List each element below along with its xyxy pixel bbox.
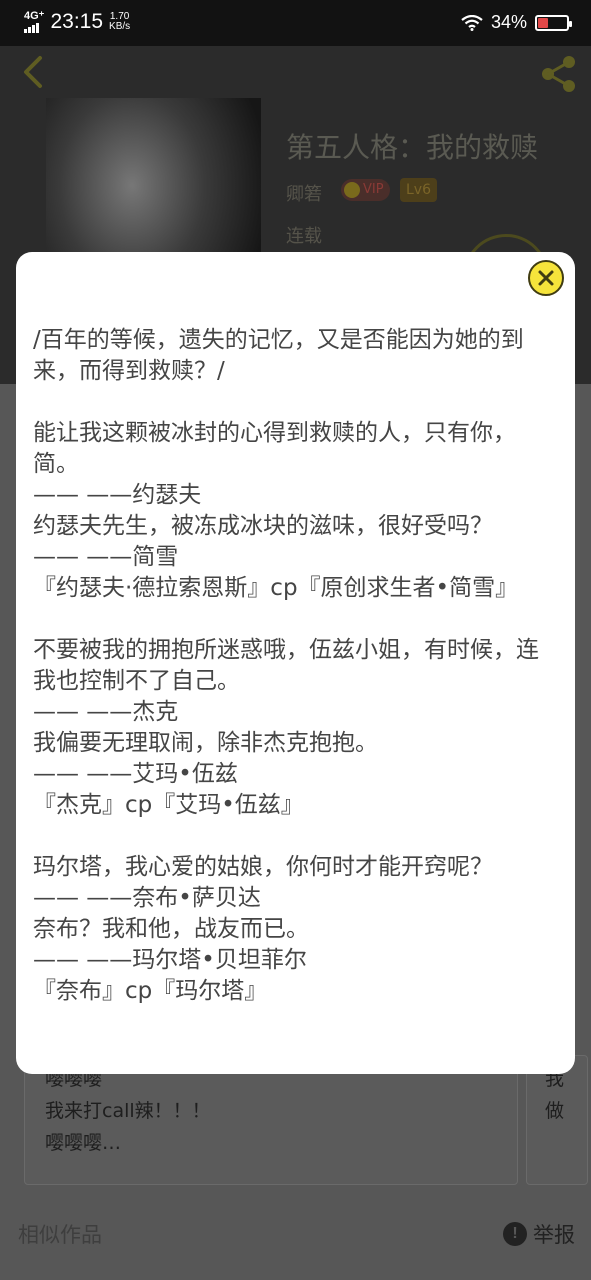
battery-icon bbox=[535, 14, 572, 31]
clock: 23:15 bbox=[50, 10, 104, 33]
battery-level bbox=[538, 17, 548, 28]
synopsis-line: —— ——玛尔塔•贝坦菲尔 bbox=[33, 947, 307, 973]
comment-line: 嘤嘤嘤… bbox=[45, 1132, 122, 1154]
book-title: 第五人格：我的救赎 bbox=[286, 131, 539, 164]
synopsis-line: 『奈布』cp『玛尔塔』 bbox=[33, 978, 268, 1004]
wifi-icon bbox=[461, 14, 483, 31]
comment-card[interactable]: 我 做 bbox=[526, 1055, 588, 1185]
synopsis-line: 『杰克』cp『艾玛•伍兹』 bbox=[33, 792, 304, 818]
report-label: 举报 bbox=[533, 1223, 575, 1247]
synopsis-line: /百年的等候，遗失的记忆，又是否能因为她的到来，而得到救赎？/ bbox=[33, 327, 524, 384]
comment-card[interactable]: 嘤嘤嘤 我来打call辣！！！ 嘤嘤嘤… bbox=[24, 1055, 518, 1185]
synopsis-line: —— ——奈布•萨贝达 bbox=[33, 885, 261, 911]
synopsis-line: —— ——艾玛•伍兹 bbox=[33, 761, 238, 787]
network-type: 4G⁺ bbox=[24, 10, 45, 22]
vip-badge: VIP bbox=[341, 179, 390, 201]
status-right: 34% bbox=[461, 12, 572, 33]
close-button[interactable] bbox=[528, 260, 564, 296]
serial-status: 连载 bbox=[286, 226, 322, 247]
synopsis-line: —— ——约瑟夫 bbox=[33, 482, 202, 508]
network-speed: 1.70 KB/s bbox=[109, 12, 130, 32]
comment-line: 做 bbox=[545, 1100, 565, 1122]
synopsis-line: 奈布？我和他，战友而已。 bbox=[33, 916, 309, 942]
status-bar: 4G⁺ 23:15 1.70 KB/s 34% bbox=[0, 0, 591, 46]
level-badge: Lv6 bbox=[400, 178, 437, 202]
close-icon bbox=[538, 270, 554, 286]
signal-bars-icon bbox=[24, 22, 40, 33]
synopsis-line: 不要被我的拥抱所迷惑哦，伍兹小姐，有时候，连我也控制不了自己。 bbox=[33, 637, 539, 694]
synopsis-line: 约瑟夫先生，被冻成冰块的滋味，很好受吗？ bbox=[33, 513, 493, 539]
synopsis-line: —— ——简雪 bbox=[33, 544, 179, 570]
share-icon[interactable] bbox=[539, 54, 579, 94]
synopsis-modal: /百年的等候，遗失的记忆，又是否能因为她的到来，而得到救赎？/ 能让我这颗被冰封… bbox=[16, 252, 575, 1074]
synopsis-line: 我偏要无理取闹，除非杰克抱抱。 bbox=[33, 730, 378, 756]
cellular-signal: 4G⁺ bbox=[24, 11, 44, 33]
synopsis-line: 玛尔塔，我心爱的姑娘，你何时才能开窍呢？ bbox=[33, 854, 493, 880]
status-left: 4G⁺ 23:15 1.70 KB/s bbox=[24, 10, 130, 34]
comment-line: 我来打call辣！！！ bbox=[45, 1100, 211, 1122]
author-name[interactable]: 卿箬 bbox=[286, 180, 322, 206]
similar-works-heading: 相似作品 bbox=[18, 1223, 102, 1247]
battery-percent: 34% bbox=[490, 12, 527, 32]
report-button[interactable]: ! 举报 bbox=[503, 1219, 575, 1249]
synopsis-line: 『约瑟夫·德拉索恩斯』cp『原创求生者•简雪』 bbox=[33, 575, 519, 601]
back-arrow-icon[interactable] bbox=[18, 54, 48, 90]
synopsis-line: —— ——杰克 bbox=[33, 699, 179, 725]
exclamation-icon: ! bbox=[503, 1222, 527, 1246]
synopsis-text: /百年的等候，遗失的记忆，又是否能因为她的到来，而得到救赎？/ 能让我这颗被冰封… bbox=[33, 325, 559, 1007]
synopsis-line: 能让我这颗被冰封的心得到救赎的人，只有你，简。 bbox=[33, 420, 516, 477]
speed-unit: KB/s bbox=[109, 21, 131, 32]
